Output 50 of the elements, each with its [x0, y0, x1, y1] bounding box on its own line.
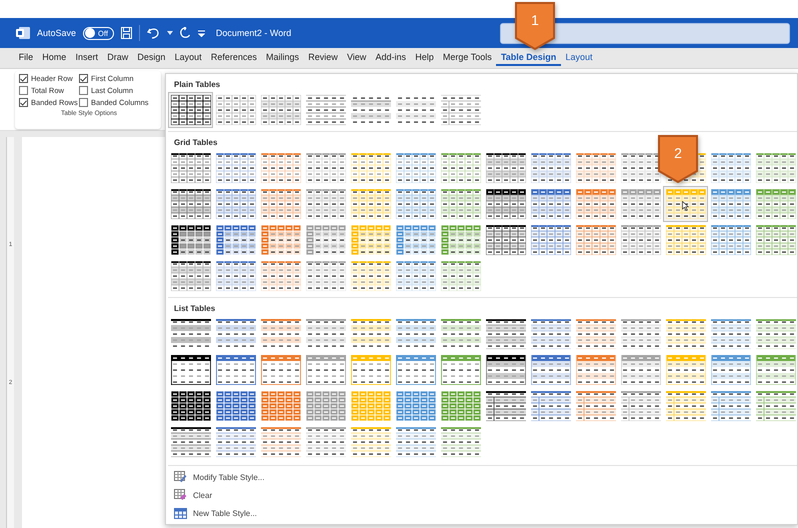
- document-title: Document2 - Word: [216, 28, 292, 38]
- ribbon-tab[interactable]: Insert: [70, 50, 103, 66]
- ribbon-tab[interactable]: Help: [410, 50, 438, 66]
- check-icon: [80, 76, 87, 82]
- menu-item[interactable]: New Table Style...: [174, 505, 257, 521]
- table-style-option[interactable]: [168, 92, 213, 128]
- ribbon-tab[interactable]: Layout: [170, 50, 206, 66]
- ribbon-tab[interactable]: Draw: [102, 50, 133, 66]
- ribbon-tab[interactable]: Add-ins: [370, 50, 411, 66]
- check-icon: [20, 100, 27, 106]
- table-style-option[interactable]: [303, 92, 348, 128]
- step-callout-tooltip: 2: [658, 135, 698, 183]
- table-style-option[interactable]: [438, 92, 483, 128]
- table-style-option[interactable]: [213, 92, 258, 128]
- ribbon-tab[interactable]: Table Design: [496, 50, 561, 66]
- customize-toolbar-icon[interactable]: [198, 30, 205, 36]
- table-preview-icon: [396, 95, 436, 125]
- undo-icon[interactable]: [146, 27, 160, 39]
- section-heading: Plain Tables: [174, 80, 220, 89]
- table-preview-icon: [216, 95, 256, 125]
- caret-icon[interactable]: [166, 31, 173, 35]
- redo-icon[interactable]: [180, 27, 191, 39]
- table-preview-icon: [306, 95, 346, 125]
- menu-item[interactable]: Clear: [174, 487, 212, 503]
- table-preview-icon: [440, 95, 480, 125]
- menu-item[interactable]: Modify Table Style...: [174, 469, 264, 485]
- ribbon-tab[interactable]: View: [342, 50, 371, 66]
- ribbon-tab[interactable]: File: [14, 50, 38, 66]
- section-heading: Grid Tables: [174, 138, 218, 147]
- section-heading: List Tables: [174, 304, 216, 313]
- ribbon-tab[interactable]: Design: [132, 50, 170, 66]
- table-icon: [174, 507, 187, 519]
- save-icon[interactable]: [120, 27, 132, 39]
- autosave-label: AutoSave: [37, 28, 76, 38]
- ribbon-tab[interactable]: Layout: [560, 50, 598, 66]
- ribbon-tab[interactable]: References: [206, 50, 262, 66]
- pointer-cursor-icon: [682, 201, 689, 211]
- table-preview-icon: [260, 95, 300, 125]
- table-preview-icon: [170, 95, 210, 125]
- ribbon-tab[interactable]: Mailings: [261, 50, 304, 66]
- word-app-icon[interactable]: [16, 27, 30, 39]
- ribbon-tab[interactable]: Home: [38, 50, 71, 66]
- check-icon: [20, 76, 27, 82]
- table-style-option[interactable]: [258, 92, 303, 128]
- step-callout-tooltip: 1: [515, 2, 555, 50]
- table-preview-icon: [350, 95, 390, 125]
- ribbon-tab[interactable]: Merge Tools: [438, 50, 496, 66]
- table-pencil-icon: [174, 471, 187, 483]
- table-eraser-icon: [174, 489, 187, 501]
- ribbon-tab[interactable]: Review: [304, 50, 342, 66]
